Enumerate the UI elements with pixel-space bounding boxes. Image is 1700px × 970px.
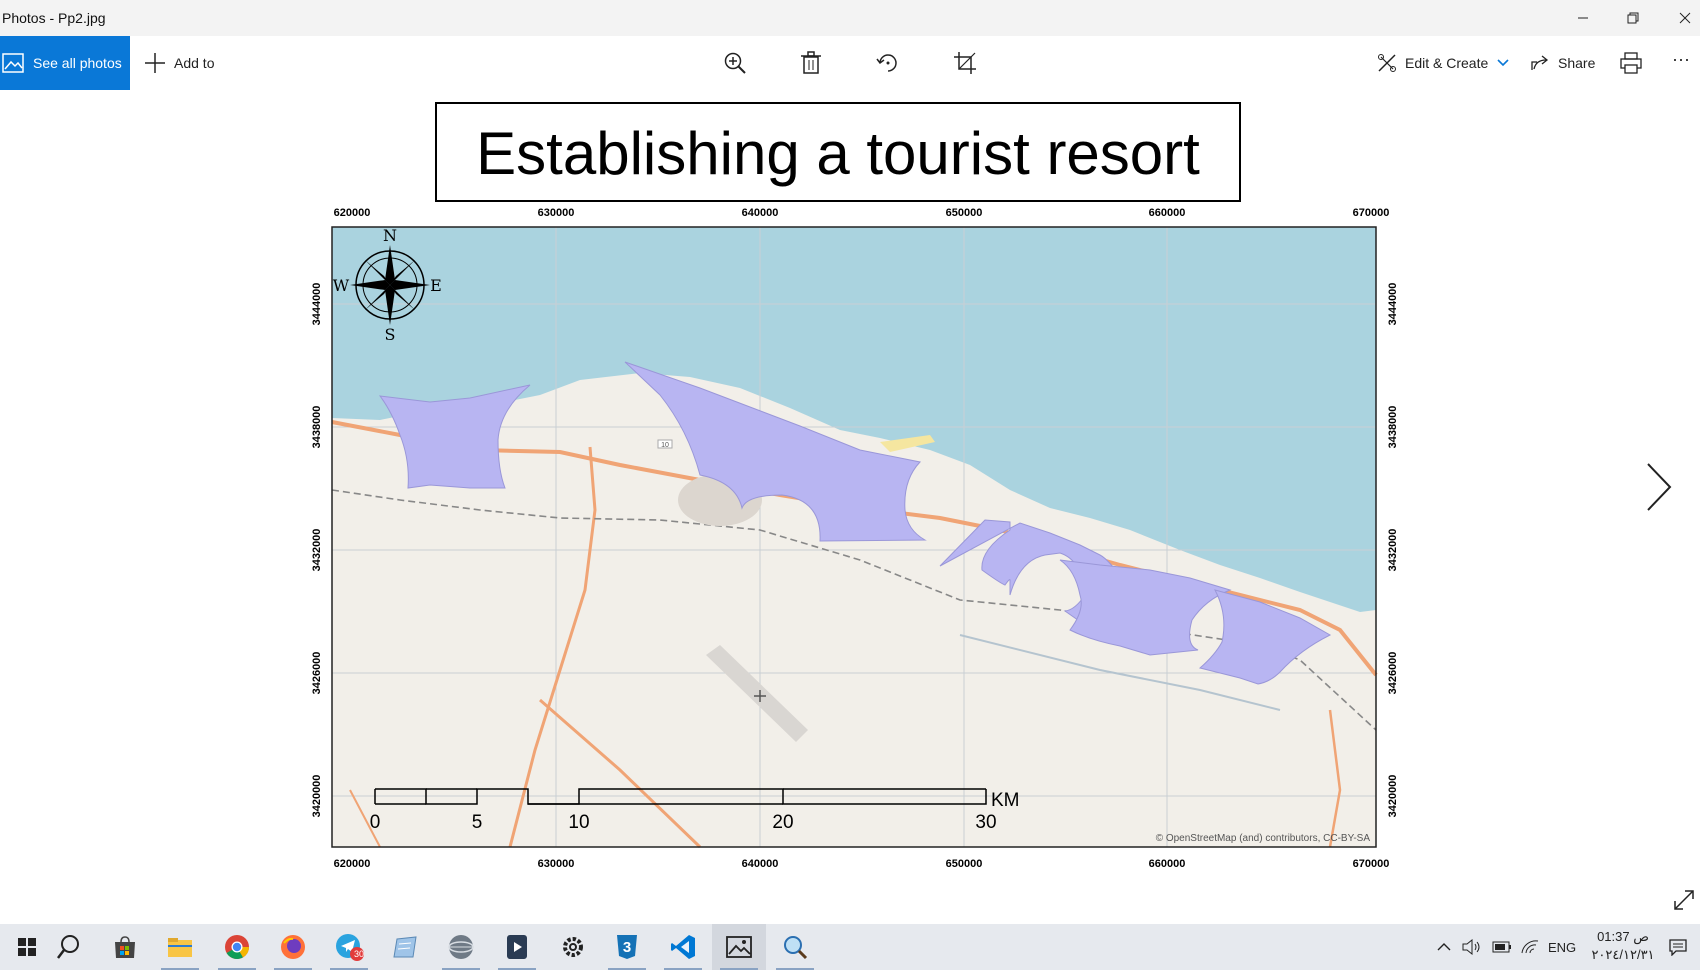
svg-text:3: 3 [623,939,631,956]
scale-label-10: 10 [568,812,589,833]
y-tick-right-3426000: 3426000 [1387,652,1399,695]
share-button[interactable]: Share [1530,36,1595,90]
more-options-button[interactable]: ··· [1672,32,1690,86]
edit-icon [1378,54,1396,72]
css-app-icon[interactable]: 3 [600,924,654,970]
magnifier-icon[interactable] [768,924,822,970]
zoom-icon[interactable] [720,48,750,78]
expand-icon [1674,890,1694,910]
rotate-icon[interactable] [873,48,903,78]
photos-toolbar: See all photos Add to Edit & Create Shar… [0,36,1700,90]
clock-time: 01:37 ص [1597,929,1649,944]
chrome-icon[interactable] [210,924,264,970]
chevron-down-icon [1497,59,1509,67]
fullscreen-button[interactable] [1672,888,1696,912]
vscode-icon[interactable] [656,924,710,970]
input-language[interactable]: ENG [1548,924,1576,970]
scale-label-5: 5 [472,812,483,833]
y-tick-right-3420000: 3420000 [1387,775,1399,818]
crop-icon[interactable] [950,48,980,78]
telegram-badge: 30 [354,949,365,959]
scale-label-30: 30 [975,812,996,833]
share-label: Share [1558,55,1596,71]
volume-icon[interactable] [1462,924,1482,970]
compass-north-label: N [383,226,397,245]
x-tick-top-630000: 630000 [538,207,575,219]
map-title: Establishing a tourist resort [476,120,1200,187]
y-tick-left-3426000: 3426000 [311,652,323,695]
chevron-up-icon [1437,943,1451,951]
x-tick-bottom-660000: 660000 [1149,858,1186,870]
store-icon[interactable] [98,924,152,970]
print-icon[interactable] [1616,48,1646,78]
y-tick-right-3432000: 3432000 [1387,529,1399,572]
next-photo-button[interactable] [1640,460,1674,514]
y-tick-left-3444000: 3444000 [311,283,323,326]
x-tick-bottom-620000: 620000 [334,858,371,870]
taskbar: 30 3 ENG 01:37 ص ٢٠٢٤/١٢/٣١ [0,924,1700,970]
compass-west-label: W [333,276,350,295]
x-tick-top-670000: 670000 [1353,207,1390,219]
share-icon [1531,55,1549,70]
x-tick-bottom-640000: 640000 [742,858,779,870]
y-tick-left-3420000: 3420000 [311,775,323,818]
see-all-photos-button[interactable]: See all photos [0,36,130,90]
search-icon[interactable] [42,924,96,970]
chevron-right-icon [1647,463,1672,511]
clock-date: ٢٠٢٤/١٢/٣١ [1591,947,1655,962]
minimize-button[interactable] [1560,0,1606,36]
see-all-photos-label: See all photos [33,55,122,71]
add-to-button[interactable]: Add to [144,36,214,90]
battery-icon[interactable] [1490,924,1512,970]
x-tick-top-660000: 660000 [1149,207,1186,219]
photo-icon [2,53,24,73]
system-clock[interactable]: 01:37 ص ٢٠٢٤/١٢/٣١ [1578,928,1668,964]
scale-unit-label: KM [991,790,1020,811]
x-tick-top-640000: 640000 [742,207,779,219]
compass-south-label: S [385,325,396,344]
media-app-icon[interactable] [490,924,544,970]
x-tick-bottom-650000: 650000 [946,858,983,870]
photos-icon[interactable] [712,924,766,970]
x-tick-bottom-670000: 670000 [1353,858,1390,870]
add-to-label: Add to [174,55,215,71]
map-image: Establishing a tourist resort 10 N S W E… [311,102,1399,870]
settings-icon[interactable] [546,924,600,970]
close-button[interactable] [1662,0,1700,36]
title-bar: Photos - Pp2.jpg [0,0,1700,36]
telegram-icon[interactable]: 30 [322,924,376,970]
maximize-button[interactable] [1610,0,1656,36]
photo-viewer: Establishing a tourist resort 10 N S W E… [0,90,1700,924]
x-tick-bottom-630000: 630000 [538,858,575,870]
edit-create-label: Edit & Create [1405,55,1489,71]
x-tick-top-620000: 620000 [334,207,371,219]
notification-icon [1669,939,1687,956]
wifi-icon[interactable] [1520,924,1540,970]
file-explorer-icon[interactable] [153,924,207,970]
y-tick-left-3438000: 3438000 [311,406,323,449]
globe-app-icon[interactable] [434,924,488,970]
firefox-icon[interactable] [266,924,320,970]
y-tick-left-3432000: 3432000 [311,529,323,572]
scale-label-0: 0 [370,812,381,833]
notifications-button[interactable] [1668,924,1688,970]
show-hidden-icons-button[interactable] [1436,924,1452,970]
edit-create-button[interactable]: Edit & Create [1377,36,1518,90]
window-title: Photos - Pp2.jpg [2,10,106,26]
road-label: 10 [661,442,669,449]
map-attribution: © OpenStreetMap (and) contributors, CC-B… [1156,833,1371,844]
plus-icon [145,53,165,73]
y-tick-right-3444000: 3444000 [1387,283,1399,326]
delete-icon[interactable] [796,48,826,78]
notes-app-icon[interactable] [378,924,432,970]
y-tick-right-3438000: 3438000 [1387,406,1399,449]
x-tick-top-650000: 650000 [946,207,983,219]
compass-east-label: E [430,276,442,295]
scale-label-20: 20 [772,812,793,833]
